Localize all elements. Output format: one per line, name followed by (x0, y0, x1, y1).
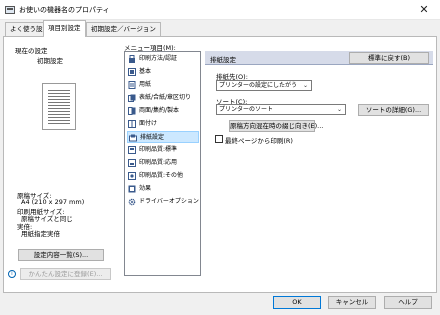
chevron-down-icon: ⌄ (336, 106, 342, 113)
preset-name: 初期設定 (37, 57, 63, 65)
menu-item-print-method[interactable]: 印刷方法/認証 (127, 53, 199, 65)
tray-value: 用紙指定実倍 (21, 230, 60, 238)
settings-list-button[interactable]: 設定内容一覧(S)... (18, 249, 104, 261)
tab-defaults-version[interactable]: 初期設定／バージョン (86, 22, 161, 36)
current-settings-label: 現在の設定 (15, 47, 48, 55)
gear-icon (128, 198, 136, 206)
sort-value: プリンターのソート (219, 106, 274, 113)
title-bar: お使いの機器名のプロパティ ✕ (0, 0, 440, 20)
print-quality-icon (128, 159, 136, 167)
printer-app-icon (5, 6, 15, 14)
menu-item-paper[interactable]: 用紙 (127, 79, 199, 91)
imposition-icon (128, 120, 136, 128)
detail-header-title: 排紙設定 (210, 56, 236, 64)
output-destination-select[interactable]: プリンターの設定にしたがう ⌄ (216, 80, 312, 91)
lock-icon (129, 55, 135, 63)
window-title: お使いの機器名のプロパティ (19, 6, 110, 14)
tab-detailed-settings[interactable]: 項目別設定 (43, 20, 86, 37)
menu-item-quality-standard[interactable]: 印刷品質:標準 (127, 144, 199, 156)
output-destination-value: プリンターの設定にしたがう (219, 82, 298, 89)
paper-icon (128, 81, 136, 89)
print-from-last-page-label: 最終ページから印刷(R) (225, 137, 293, 145)
menu-item-duplex[interactable]: 両面/集約/製本 (127, 105, 199, 117)
chevron-down-icon: ⌄ (302, 82, 308, 89)
sort-select[interactable]: プリンターのソート ⌄ (216, 104, 346, 115)
print-quality-icon (128, 146, 136, 154)
effects-icon (128, 185, 136, 193)
menu-item-list[interactable]: 印刷方法/認証 基本 用紙 表紙/合紙/章区切り 両面/集約/製本 面付け 排紙… (124, 51, 201, 276)
page-preview-image (42, 83, 76, 130)
menu-item-basic[interactable]: 基本 (127, 66, 199, 78)
cancel-button[interactable]: キャンセル (328, 296, 376, 309)
menu-item-quality-advanced[interactable]: 印刷品質:応用 (127, 157, 199, 169)
register-easy-setup-button[interactable]: かんたん設定に登録(E)... (20, 268, 111, 280)
help-button[interactable]: ヘルプ (384, 296, 432, 309)
duplex-icon (128, 107, 136, 115)
menu-item-imposition[interactable]: 面付け (127, 118, 199, 130)
sort-details-button[interactable]: ソートの詳細(G)... (358, 104, 429, 116)
menu-item-quality-other[interactable]: 印刷品質:その他 (127, 170, 199, 182)
binding-direction-button[interactable]: 原稿方向混在時の綴じ向き(E)... (229, 120, 323, 132)
reset-defaults-button[interactable]: 標準に戻す(B) (349, 52, 429, 64)
output-tray-icon (129, 134, 137, 142)
print-quality-icon (128, 172, 136, 180)
print-from-last-page-checkbox[interactable] (215, 135, 223, 143)
paper-size-value: A4 (210 x 297 mm) (21, 198, 85, 206)
menu-item-output[interactable]: 排紙設定 (127, 131, 199, 143)
info-icon: i (8, 270, 16, 278)
ok-button[interactable]: OK (273, 296, 321, 309)
cover-sheet-icon (128, 94, 136, 102)
menu-item-effects[interactable]: 効果 (127, 183, 199, 195)
menu-item-driver-options[interactable]: ドライバーオプション (127, 196, 199, 208)
menu-item-cover[interactable]: 表紙/合紙/章区切り (127, 92, 199, 104)
basic-settings-icon (128, 68, 136, 76)
close-button[interactable]: ✕ (410, 1, 438, 18)
